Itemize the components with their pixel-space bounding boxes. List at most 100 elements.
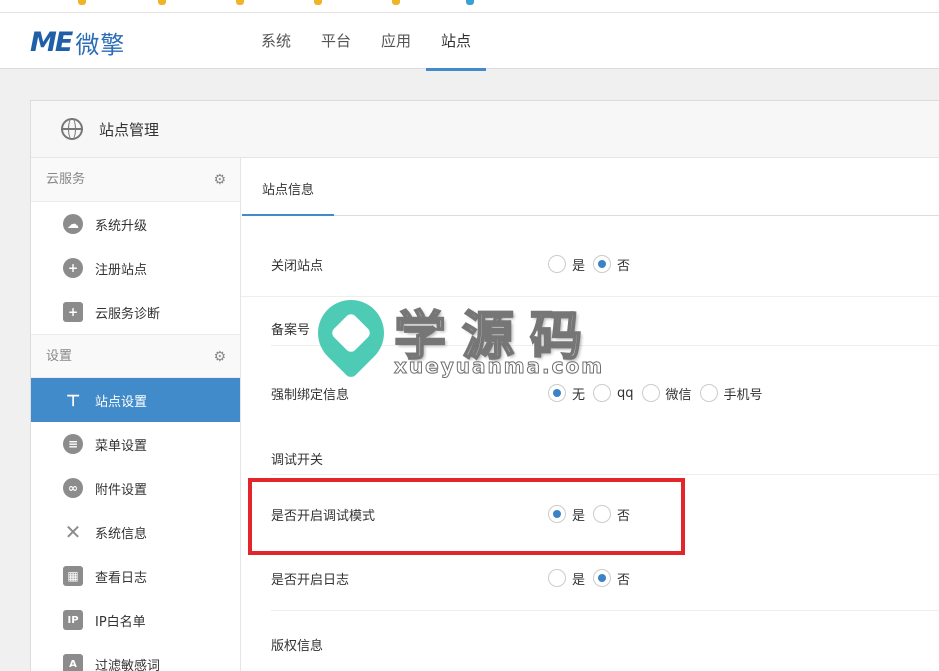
tools-icon: ✕ bbox=[64, 520, 82, 544]
sidebar-item-system-info[interactable]: ✕ 系统信息 bbox=[31, 510, 240, 554]
top-strip-dot bbox=[466, 0, 474, 5]
radio-circle bbox=[548, 569, 566, 587]
top-header: ME 微擎 系统 平台 应用 站点 bbox=[0, 12, 939, 71]
section-label: 版权信息 bbox=[271, 638, 324, 654]
main-nav: 系统 平台 应用 站点 bbox=[246, 13, 487, 71]
logo-text: 微擎 bbox=[75, 30, 126, 59]
form-row-copyright: 版权信息 bbox=[271, 612, 939, 671]
sidebar-item-label: 查看日志 bbox=[95, 570, 148, 586]
radio-label: 微信 bbox=[665, 387, 692, 403]
sidebar-item-label: 系统信息 bbox=[95, 526, 148, 542]
sidebar-item-site-settings[interactable]: ⊤ 站点设置 bbox=[31, 378, 240, 422]
sidebar-item-label: 云服务诊断 bbox=[95, 306, 161, 322]
gear-icon[interactable]: ⚙ bbox=[213, 335, 226, 379]
field-label: 是否开启日志 bbox=[271, 572, 350, 588]
ip-icon: IP bbox=[63, 610, 83, 630]
sidebar-item-label: IP白名单 bbox=[95, 614, 146, 630]
sitemap-icon: ⊤ bbox=[65, 390, 81, 410]
sidebar: 云服务 ⚙ ☁ 系统升级 + 注册站点 + 云服务诊断 设置 ⚙ ⊤ 站点设置 … bbox=[31, 158, 241, 671]
highlight-box bbox=[248, 478, 685, 555]
nav-item-site[interactable]: 站点 bbox=[426, 13, 487, 71]
calendar-icon: ▦ bbox=[63, 566, 83, 586]
form-row-icp: 备案号 bbox=[271, 296, 939, 360]
radio-group: 无 qq 微信 手机号 bbox=[548, 384, 771, 403]
form-row-log: 是否开启日志 是 否 bbox=[271, 546, 939, 610]
form-row-close-site: 关闭站点 是 否 bbox=[271, 232, 939, 296]
top-strip-dot bbox=[158, 0, 166, 5]
paperclip-icon: ∞ bbox=[63, 478, 83, 498]
radio-label: 否 bbox=[617, 258, 631, 274]
divider bbox=[271, 610, 939, 611]
sidebar-item-menu-settings[interactable]: ≡ 菜单设置 bbox=[31, 422, 240, 466]
panel-title: 站点管理 bbox=[99, 120, 160, 139]
form-row-bind-info: 强制绑定信息 无 qq 微信 手机号 bbox=[271, 361, 939, 425]
gear-icon[interactable]: ⚙ bbox=[213, 158, 226, 202]
sidebar-item-sensitive-words[interactable]: A 过滤敏感词 bbox=[31, 642, 240, 671]
top-strip-dot bbox=[392, 0, 400, 5]
divider bbox=[271, 345, 939, 346]
sidebar-group-title: 云服务 bbox=[46, 172, 86, 187]
sidebar-item-ip-whitelist[interactable]: IP IP白名单 bbox=[31, 598, 240, 642]
sidebar-group-settings: 设置 ⚙ bbox=[31, 334, 240, 378]
radio-no[interactable]: 否 bbox=[593, 569, 630, 588]
plus-circle-icon: + bbox=[63, 258, 83, 278]
sidebar-item-label: 注册站点 bbox=[95, 262, 148, 278]
sidebar-item-system-upgrade[interactable]: ☁ 系统升级 bbox=[31, 202, 240, 246]
radio-label: 是 bbox=[572, 258, 586, 274]
logo-mark: ME bbox=[30, 26, 73, 58]
panel-header: 站点管理 bbox=[31, 101, 939, 158]
sidebar-group-title: 设置 bbox=[46, 349, 73, 364]
tab-site-info[interactable]: 站点信息 bbox=[242, 158, 335, 216]
logo[interactable]: ME 微擎 bbox=[30, 25, 125, 59]
radio-label: 无 bbox=[572, 387, 586, 403]
list-icon: ≡ bbox=[63, 434, 83, 454]
radio-circle bbox=[593, 569, 612, 587]
radio-group: 是 否 bbox=[548, 255, 638, 274]
tab-bar: 站点信息 bbox=[242, 158, 939, 216]
sidebar-item-cloud-diagnosis[interactable]: + 云服务诊断 bbox=[31, 290, 240, 334]
top-strip bbox=[0, 0, 939, 12]
radio-wechat[interactable]: 微信 bbox=[641, 384, 692, 403]
radio-circle bbox=[548, 384, 566, 402]
sidebar-item-label: 过滤敏感词 bbox=[95, 658, 161, 671]
nav-item-platform[interactable]: 平台 bbox=[306, 13, 366, 70]
sidebar-item-register-site[interactable]: + 注册站点 bbox=[31, 246, 240, 290]
top-strip-dot bbox=[236, 0, 244, 5]
radio-none[interactable]: 无 bbox=[548, 384, 585, 403]
radio-qq[interactable]: qq bbox=[593, 384, 634, 402]
text-filter-icon: A bbox=[63, 654, 83, 671]
radio-yes[interactable]: 是 bbox=[548, 255, 585, 274]
sidebar-item-attachment-settings[interactable]: ∞ 附件设置 bbox=[31, 466, 240, 510]
radio-circle bbox=[699, 384, 718, 402]
top-strip-dot bbox=[314, 0, 322, 5]
sidebar-item-view-logs[interactable]: ▦ 查看日志 bbox=[31, 554, 240, 598]
sidebar-group-cloud: 云服务 ⚙ bbox=[31, 158, 240, 202]
section-label: 调试开关 bbox=[271, 452, 324, 468]
radio-label: 是 bbox=[572, 572, 586, 588]
radio-group: 是 否 bbox=[548, 569, 638, 588]
section-label: 备案号 bbox=[271, 322, 311, 338]
radio-label: 否 bbox=[617, 572, 631, 588]
radio-label: qq bbox=[617, 385, 634, 401]
radio-circle bbox=[641, 384, 660, 402]
radio-phone[interactable]: 手机号 bbox=[699, 384, 763, 403]
globe-icon bbox=[61, 118, 83, 140]
nav-item-apps[interactable]: 应用 bbox=[366, 13, 426, 70]
cloud-download-icon: ☁ bbox=[63, 214, 83, 234]
radio-yes[interactable]: 是 bbox=[548, 569, 585, 588]
radio-circle bbox=[593, 255, 612, 273]
sidebar-item-label: 系统升级 bbox=[95, 218, 148, 234]
field-label: 强制绑定信息 bbox=[271, 387, 350, 403]
medkit-icon: + bbox=[63, 302, 83, 322]
nav-item-system[interactable]: 系统 bbox=[246, 13, 306, 70]
sidebar-item-label: 菜单设置 bbox=[95, 438, 148, 454]
radio-circle bbox=[593, 384, 612, 402]
divider bbox=[271, 474, 939, 475]
top-strip-dot bbox=[78, 0, 86, 5]
radio-label: 手机号 bbox=[723, 387, 763, 403]
radio-no[interactable]: 否 bbox=[593, 255, 630, 274]
radio-circle bbox=[548, 255, 566, 273]
sidebar-item-label: 站点设置 bbox=[95, 394, 148, 410]
sidebar-item-label: 附件设置 bbox=[95, 482, 148, 498]
field-label: 关闭站点 bbox=[271, 258, 324, 274]
